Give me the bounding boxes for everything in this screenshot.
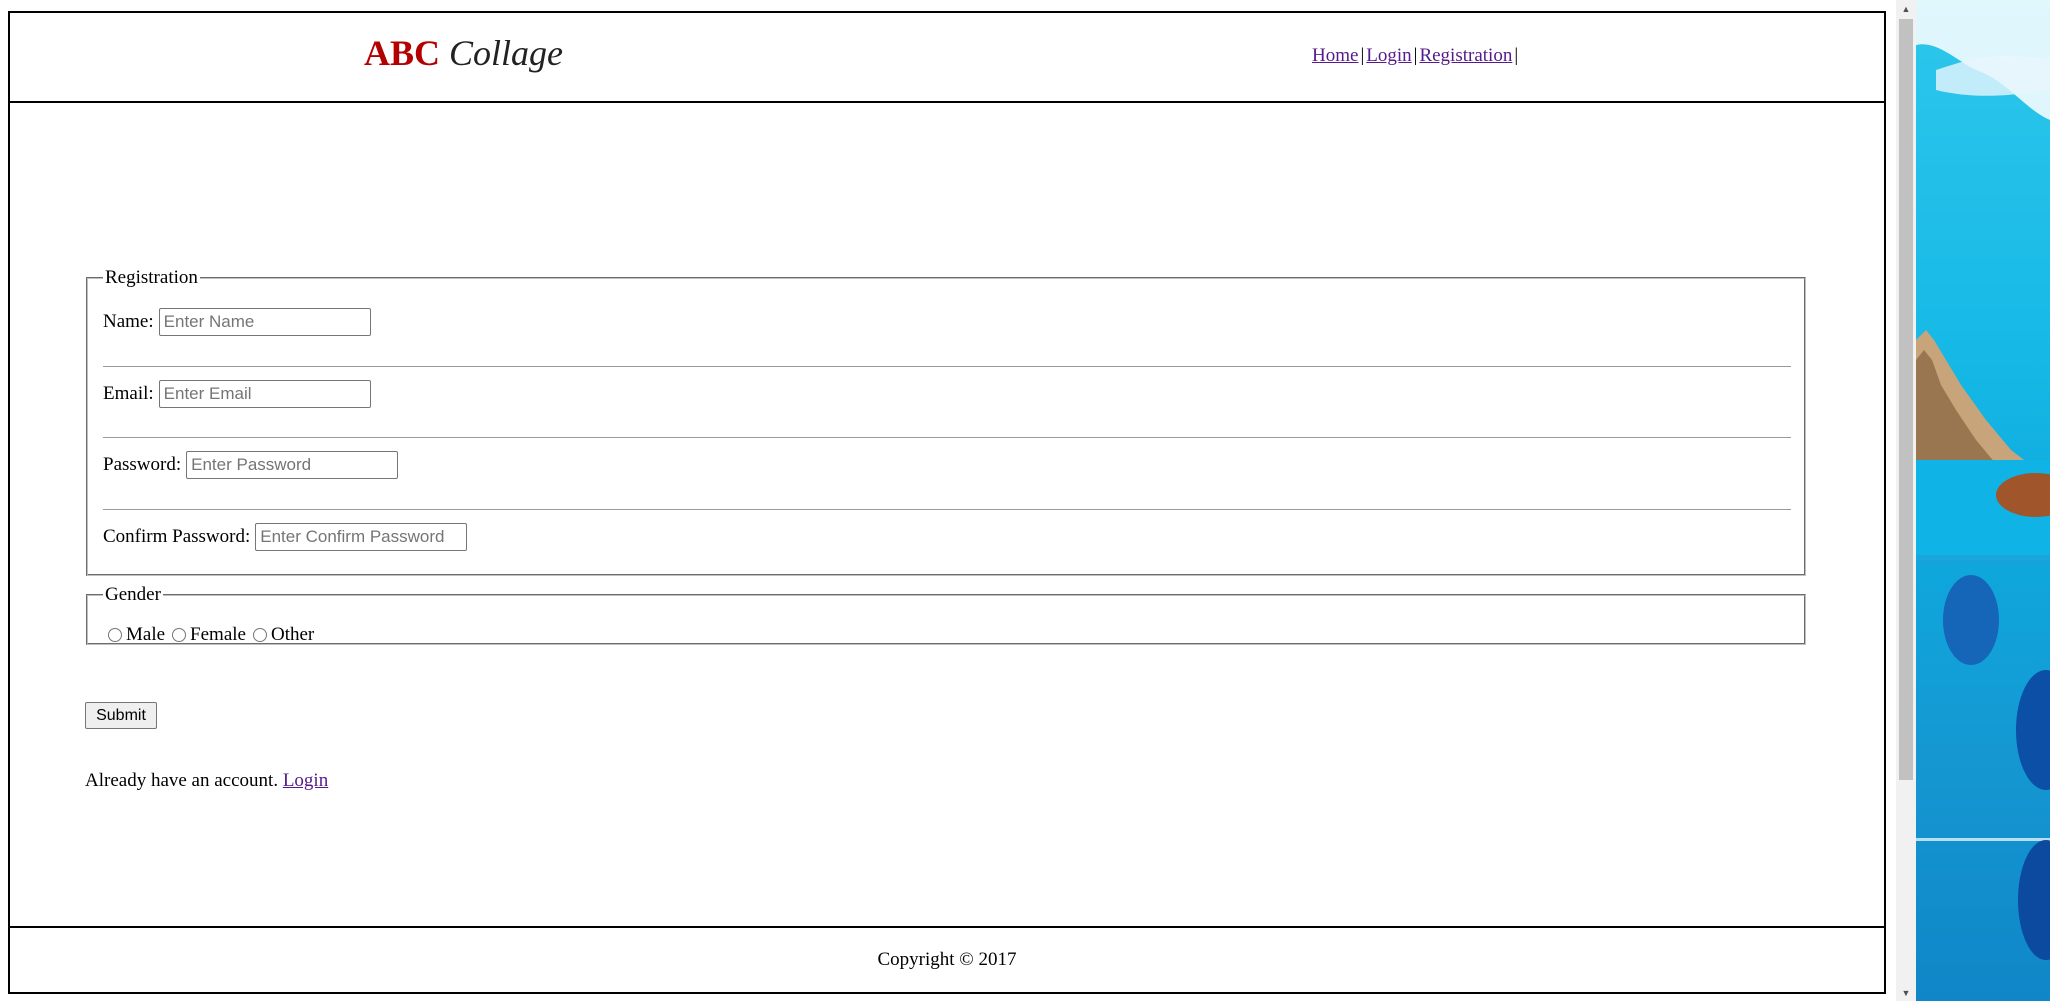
nav-separator: | bbox=[1413, 45, 1418, 66]
name-label: Name: bbox=[103, 311, 154, 332]
gender-fieldset: Gender Male Female Other bbox=[86, 584, 1806, 645]
gender-female-label: Female bbox=[190, 624, 246, 645]
ocean-scene-icon bbox=[1916, 0, 2050, 960]
gender-other-label: Other bbox=[270, 624, 315, 645]
copyright-text: Copyright © 2017 bbox=[877, 949, 1017, 970]
email-row: Email: bbox=[103, 379, 371, 409]
site-header: ABC Collage Home | Login | Registration | bbox=[10, 13, 1884, 103]
existing-account-text: Already have an account. bbox=[85, 770, 279, 791]
site-footer: Copyright © 2017 bbox=[10, 926, 1884, 992]
logo-collage-text: Collage bbox=[449, 33, 564, 73]
password-input[interactable] bbox=[186, 451, 399, 479]
scroll-down-arrow-icon[interactable]: ▼ bbox=[1896, 984, 1916, 1001]
nav-home-link[interactable]: Home bbox=[1312, 45, 1358, 66]
site-logo: ABC Collage bbox=[364, 35, 563, 71]
page-content: Registration Name: Email: Password: bbox=[10, 103, 1884, 938]
name-input[interactable] bbox=[158, 308, 371, 336]
main-frame: ABC Collage Home | Login | Registration | Reg… bbox=[8, 11, 1886, 994]
password-row: Password: bbox=[103, 450, 399, 480]
scroll-up-arrow-icon[interactable]: ▲ bbox=[1896, 0, 1916, 17]
gender-legend: Gender bbox=[105, 584, 161, 605]
gender-male-label: Male bbox=[126, 624, 166, 645]
gender-male-radio[interactable] bbox=[108, 628, 122, 642]
divider bbox=[103, 437, 1791, 438]
email-input[interactable] bbox=[158, 380, 371, 408]
registration-fieldset: Registration Name: Email: Password: bbox=[86, 267, 1806, 576]
scrollbar-thumb[interactable] bbox=[1899, 19, 1913, 780]
logo-abc-text: ABC bbox=[364, 33, 441, 73]
gender-options: Male Female Other bbox=[108, 624, 321, 646]
nav-separator: | bbox=[1360, 45, 1365, 66]
nav-separator: | bbox=[1514, 45, 1519, 66]
existing-account-line: Already have an account. Login bbox=[85, 770, 328, 792]
divider bbox=[103, 366, 1791, 367]
name-row: Name: bbox=[103, 307, 371, 337]
vertical-scrollbar[interactable]: ▲ ▼ bbox=[1896, 0, 1916, 1001]
divider bbox=[103, 509, 1791, 510]
nav-login-link[interactable]: Login bbox=[1366, 45, 1411, 66]
confirm-password-label: Confirm Password: bbox=[103, 526, 251, 547]
password-label: Password: bbox=[103, 454, 182, 475]
nav-registration-link[interactable]: Registration bbox=[1419, 45, 1512, 66]
registration-legend: Registration bbox=[105, 267, 198, 288]
submit-button[interactable]: Submit bbox=[85, 702, 157, 729]
confirm-password-row: Confirm Password: bbox=[103, 522, 468, 552]
desktop-background-image bbox=[1916, 0, 2050, 1001]
top-nav: Home | Login | Registration | bbox=[1312, 45, 1520, 67]
confirm-password-input[interactable] bbox=[255, 523, 468, 551]
gender-other-radio[interactable] bbox=[252, 628, 267, 642]
gender-female-radio[interactable] bbox=[172, 628, 187, 642]
browser-viewport: ABC Collage Home | Login | Registration | Reg… bbox=[0, 0, 1916, 1001]
existing-account-login-link[interactable]: Login bbox=[283, 770, 328, 791]
email-label: Email: bbox=[103, 383, 154, 404]
